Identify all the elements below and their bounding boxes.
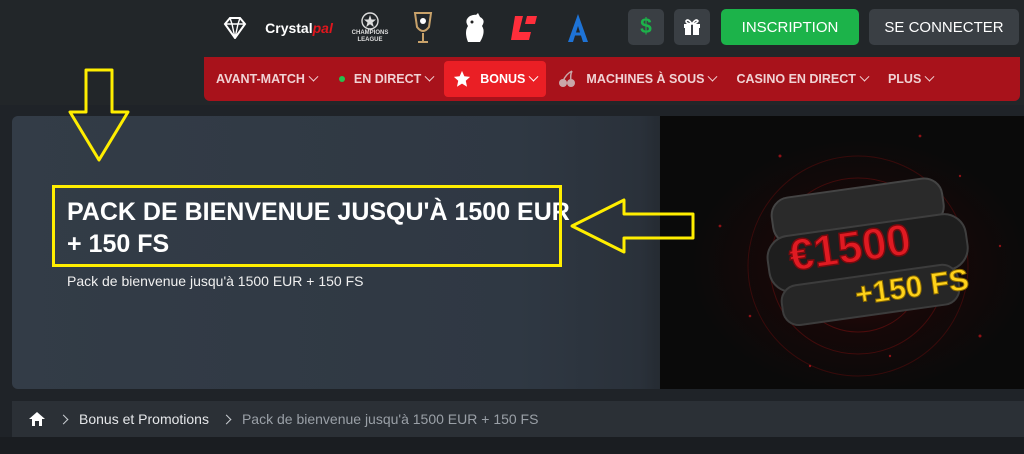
champions-league-label: CHAMPIONS LEAGUE — [351, 30, 389, 43]
chevron-down-icon — [308, 71, 319, 82]
crystal-word: Crystal — [265, 20, 313, 36]
star-icon — [454, 70, 471, 87]
chevron-right-icon — [221, 414, 232, 424]
nav-item-slots[interactable]: MACHINES À SOUS — [550, 57, 723, 101]
main-nav-wrapper: AVANT-MATCH EN DIRECT BONUS MACHINES À S… — [0, 57, 1024, 105]
nav-item-label: CASINO EN DIRECT — [736, 72, 856, 86]
nav-item-label: BONUS — [480, 72, 526, 86]
chevron-down-icon — [859, 71, 870, 82]
nav-item-label: MACHINES À SOUS — [586, 72, 705, 86]
nav-item-live-casino[interactable]: CASINO EN DIRECT — [729, 57, 874, 101]
breadcrumb: Bonus et Promotions Pack de bienvenue ju… — [12, 401, 1024, 437]
login-button[interactable]: SE CONNECTER — [869, 9, 1019, 45]
title-highlight-box — [52, 185, 562, 267]
breadcrumb-home[interactable] — [28, 411, 46, 427]
deposit-button[interactable]: $ — [628, 9, 664, 45]
chevron-down-icon — [528, 71, 539, 82]
pal-word: pal — [312, 20, 333, 36]
chevron-down-icon — [424, 71, 435, 82]
champions-league-logo[interactable]: CHAMPIONS LEAGUE — [350, 10, 390, 46]
champions-star-icon — [361, 12, 379, 30]
gift-icon — [684, 19, 700, 35]
main-nav: AVANT-MATCH EN DIRECT BONUS MACHINES À S… — [204, 57, 1020, 101]
page-subtitle: Pack de bienvenue jusqu'à 1500 EUR + 150… — [67, 273, 364, 289]
home-icon — [29, 412, 45, 426]
bonus-drum-image: €1500 +150 FS — [718, 134, 1002, 377]
nav-item-prematch[interactable]: AVANT-MATCH — [204, 57, 324, 101]
nav-item-label: AVANT-MATCH — [216, 72, 305, 86]
page-bottom — [0, 437, 1024, 454]
nav-item-label: PLUS — [887, 72, 922, 86]
nav-item-more[interactable]: PLUS — [881, 57, 940, 101]
chevron-right-icon — [58, 414, 69, 424]
nav-item-live[interactable]: EN DIRECT — [332, 57, 440, 101]
breadcrumb-item-current: Pack de bienvenue jusqu'à 1500 EUR + 150… — [241, 411, 539, 427]
promo-art: €1500 +150 FS — [660, 116, 1024, 389]
europa-league-logo[interactable] — [408, 10, 438, 46]
breadcrumb-item-bonus[interactable]: Bonus et Promotions — [79, 411, 209, 427]
top-bar: Crystalpal CHAMPIONS LEAGUE $ INSCRIPTIO… — [0, 0, 1024, 57]
chevron-down-icon — [708, 71, 718, 82]
chevron-down-icon — [924, 71, 935, 82]
diamond-logo-icon[interactable] — [222, 10, 248, 46]
dollar-icon: $ — [640, 15, 652, 38]
gift-button[interactable] — [674, 9, 710, 45]
nav-item-label: EN DIRECT — [353, 72, 422, 86]
laliga-logo[interactable] — [508, 10, 542, 46]
live-dot-icon — [338, 76, 345, 82]
premier-league-logo[interactable] — [459, 10, 489, 46]
cherry-icon — [559, 70, 576, 87]
crystal-palace-logo[interactable]: Crystalpal — [258, 10, 340, 46]
atalanta-logo[interactable] — [563, 10, 593, 46]
signup-button[interactable]: INSCRIPTION — [721, 9, 859, 45]
nav-item-bonus[interactable]: BONUS — [444, 61, 547, 97]
